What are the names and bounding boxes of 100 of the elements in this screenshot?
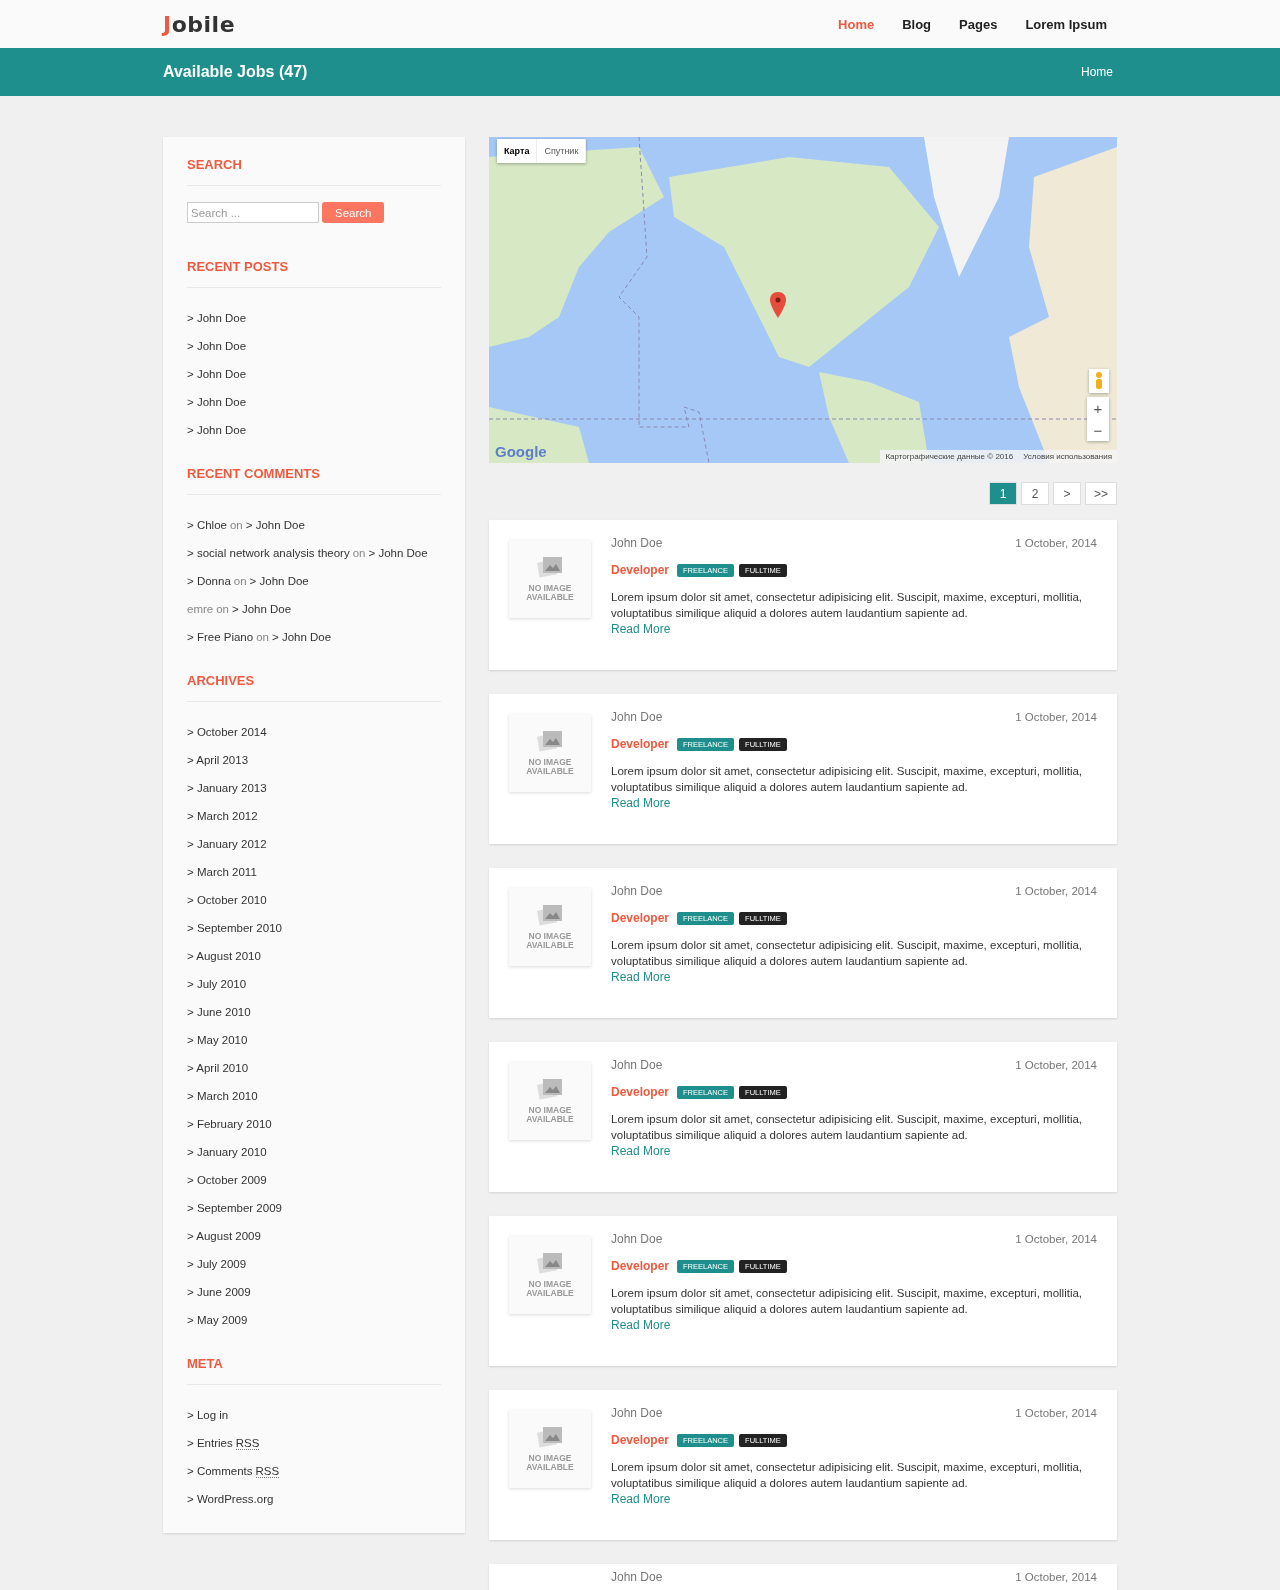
archive-link[interactable]: > July 2010: [187, 978, 247, 990]
no-image-text: NO IMAGE AVAILABLE: [526, 583, 574, 603]
widget-title: RECENT COMMENTS: [187, 466, 441, 495]
job-author: John Doe: [611, 1570, 663, 1584]
nav-link[interactable]: Blog: [902, 16, 932, 32]
archive-link[interactable]: > May 2010: [187, 1034, 248, 1046]
read-more-link[interactable]: Read More: [611, 622, 671, 636]
meta-link[interactable]: > Comments: [187, 1465, 253, 1477]
nav-link[interactable]: Pages: [959, 16, 998, 32]
archive-link[interactable]: > September 2009: [187, 1202, 282, 1214]
job-date: 1 October, 2014: [1015, 711, 1097, 723]
comment-post-link[interactable]: > John Doe: [232, 603, 292, 615]
nav-link[interactable]: Lorem Ipsum: [1025, 16, 1107, 32]
archive-link[interactable]: > September 2010: [187, 922, 282, 934]
archive-link[interactable]: > February 2010: [187, 1118, 272, 1130]
picture-icon: [537, 1251, 563, 1274]
archive-link[interactable]: > March 2012: [187, 810, 258, 822]
comment-post-link[interactable]: > John Doe: [271, 631, 332, 643]
page-title: Available Jobs (47): [163, 63, 308, 81]
recent-post-link[interactable]: > John Doe: [187, 424, 247, 436]
search-field[interactable]: Search ...: [187, 202, 319, 223]
job-author: John Doe: [611, 710, 663, 724]
archive-link[interactable]: > August 2010: [187, 950, 261, 962]
picture-icon: [537, 1077, 563, 1100]
no-image-text: NO IMAGE AVAILABLE: [526, 757, 574, 777]
comment-author-link[interactable]: > social network analysis theory: [187, 547, 350, 559]
job-date: 1 October, 2014: [1015, 1059, 1097, 1071]
map-panel[interactable]: Карта Спутник Google + − Картографические данные © 2016 Условия использования: [489, 137, 1117, 463]
map-type-button[interactable]: Спутник: [537, 139, 587, 163]
job-date: 1 October, 2014: [1015, 885, 1097, 897]
read-more-link[interactable]: Read More: [611, 1144, 671, 1158]
picture-icon: [537, 903, 563, 926]
job-author: John Doe: [611, 1058, 663, 1072]
meta-link[interactable]: > Entries: [187, 1437, 233, 1449]
comment-author-link[interactable]: > Donna: [187, 575, 231, 587]
map-attribution: Картографические данные © 2016: [884, 451, 1015, 463]
archive-link[interactable]: > October 2010: [187, 894, 267, 906]
job-description: Lorem ipsum dolor sit amet, consectetur adipisicing elit. Suscipit, maxime, excepturi, mollitia, voluptatibus similique aliquid a dolores autem laudantium sapiente ad.: [611, 1286, 1084, 1317]
archive-link[interactable]: > January 2012: [187, 838, 267, 850]
map-provider-logo: Google: [495, 443, 547, 460]
archive-link[interactable]: > May 2009: [187, 1314, 248, 1326]
read-more-link[interactable]: Read More: [611, 1318, 671, 1332]
job-description: Lorem ipsum dolor sit amet, consectetur adipisicing elit. Suscipit, maxime, excepturi, mollitia, voluptatibus similique aliquid a dolores autem laudantium sapiente ad.: [611, 1460, 1084, 1491]
job-date: 1 October, 2014: [1015, 1233, 1097, 1245]
comment-post-link[interactable]: > John Doe: [249, 575, 309, 587]
archive-link[interactable]: > March 2011: [187, 866, 257, 878]
pagination-button[interactable]: >>: [1085, 482, 1117, 505]
breadcrumb-link[interactable]: Home: [1081, 65, 1113, 79]
job-description: Lorem ipsum dolor sit amet, consectetur adipisicing elit. Suscipit, maxime, excepturi, mollitia, voluptatibus similique aliquid a dolores autem laudantium sapiente ad.: [611, 1112, 1084, 1143]
map-type-button[interactable]: Карта: [497, 139, 538, 163]
no-image-text: NO IMAGE AVAILABLE: [526, 1105, 574, 1125]
comment-post-link[interactable]: > John Doe: [245, 519, 305, 531]
widget-title: SEARCH: [187, 157, 441, 186]
map-terms-link[interactable]: Условия использования: [1018, 450, 1117, 463]
meta-link[interactable]: > WordPress.org: [187, 1493, 274, 1505]
archive-link[interactable]: > August 2009: [187, 1230, 261, 1242]
picture-icon: [537, 555, 563, 578]
recent-post-link[interactable]: > John Doe: [187, 340, 247, 352]
comment-post-link[interactable]: > John Doe: [368, 547, 428, 559]
archive-link[interactable]: > April 2010: [187, 1062, 249, 1074]
archive-link[interactable]: > October 2014: [187, 726, 267, 738]
comment-on-text: on: [256, 631, 269, 643]
pagination-button[interactable]: 1: [989, 482, 1017, 505]
archive-link[interactable]: > January 2013: [187, 782, 267, 794]
no-image-text: NO IMAGE AVAILABLE: [526, 931, 574, 951]
archive-link[interactable]: > July 2009: [187, 1258, 247, 1270]
pagination-button[interactable]: >: [1053, 482, 1081, 505]
zoom-in-button[interactable]: +: [1087, 397, 1109, 419]
archive-link[interactable]: > March 2010: [187, 1090, 258, 1102]
read-more-link[interactable]: Read More: [611, 796, 671, 810]
archive-link[interactable]: > April 2013: [187, 754, 249, 766]
recent-post-link[interactable]: > John Doe: [187, 368, 247, 380]
job-date: 1 October, 2014: [1015, 537, 1097, 549]
zoom-out-button[interactable]: −: [1087, 419, 1109, 441]
read-more-link[interactable]: Read More: [611, 1492, 671, 1506]
archive-link[interactable]: > October 2009: [187, 1174, 267, 1186]
map-pin-icon[interactable]: [770, 292, 786, 318]
meta-link[interactable]: > Log in: [187, 1409, 229, 1421]
recent-post-link[interactable]: > John Doe: [187, 396, 247, 408]
job-author: John Doe: [611, 1406, 663, 1420]
comment-author-link[interactable]: > Free Piano: [187, 631, 254, 643]
widget-title: META: [187, 1356, 441, 1385]
pagination-button[interactable]: 2: [1021, 482, 1049, 505]
archive-link[interactable]: > June 2010: [187, 1006, 251, 1018]
widget-title: ARCHIVES: [187, 673, 441, 702]
comment-on-text: on: [229, 519, 243, 531]
archive-link[interactable]: > January 2010: [187, 1146, 267, 1158]
comment-on-text: on: [233, 575, 247, 587]
widget-title: RECENT POSTS: [187, 259, 441, 288]
picture-icon: [537, 729, 563, 752]
no-image-text: NO IMAGE AVAILABLE: [526, 1453, 574, 1473]
comment-author-link[interactable]: > Chloe: [187, 519, 227, 531]
picture-icon: [537, 1425, 563, 1448]
abbreviation: RSS: [255, 1464, 280, 1478]
recent-post-link[interactable]: > John Doe: [187, 312, 247, 324]
read-more-link[interactable]: Read More: [611, 970, 671, 984]
comment-author: emre: [187, 603, 214, 615]
archive-link[interactable]: > June 2009: [187, 1286, 251, 1298]
job-description: Lorem ipsum dolor sit amet, consectetur adipisicing elit. Suscipit, maxime, excepturi, mollitia, voluptatibus similique aliquid a dolores autem laudantium sapiente ad.: [611, 764, 1084, 795]
site-logo[interactable]: Jobile: [163, 11, 236, 37]
